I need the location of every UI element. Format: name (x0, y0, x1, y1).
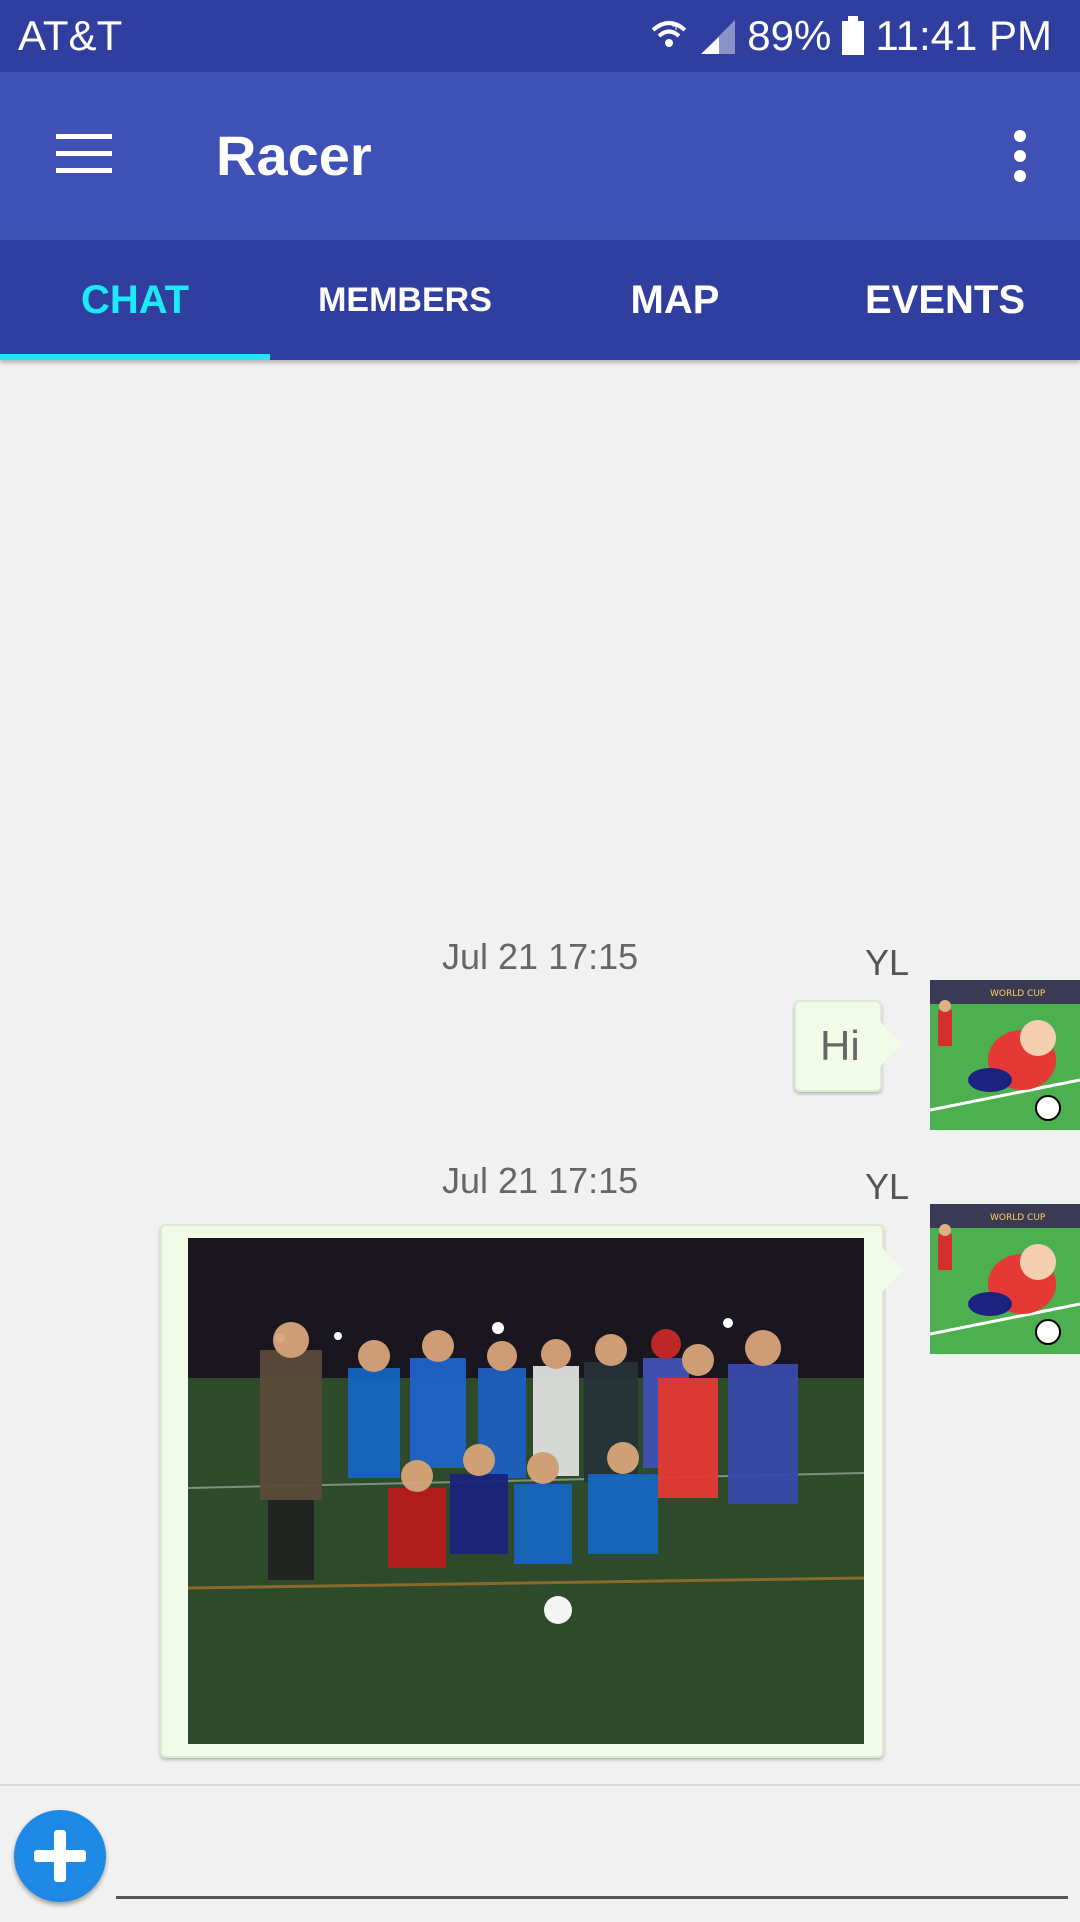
hamburger-menu-icon (56, 134, 112, 173)
team-photo-image (188, 1238, 864, 1744)
image-message-bubble[interactable] (160, 1224, 904, 1758)
svg-text:WORLD CUP: WORLD CUP (990, 989, 1046, 999)
avatar-cartoon-image: WORLD CUP (930, 1204, 1080, 1354)
tab-map[interactable]: MAP (540, 240, 810, 360)
tab-events[interactable]: EVENTS (810, 240, 1080, 360)
more-vert-icon (1014, 130, 1026, 182)
status-icons: + 89% 11:41 PM (649, 12, 1052, 60)
message-timestamp: Jul 21 17:15 (442, 1160, 639, 1201)
app-bar: Racer (0, 72, 1080, 240)
svg-text:WORLD CUP: WORLD CUP (990, 1213, 1046, 1223)
menu-button[interactable] (40, 122, 128, 186)
message-sender: YL (865, 942, 910, 983)
sender-avatar[interactable]: WORLD CUP (930, 980, 1080, 1130)
message-text: Hi (820, 1022, 860, 1069)
message-input[interactable] (116, 1826, 1068, 1899)
add-circle-icon (34, 1830, 86, 1882)
avatar-cartoon-image: WORLD CUP (930, 980, 1080, 1130)
tab-bar: CHAT MEMBERS MAP EVENTS (0, 240, 1080, 360)
status-bar: AT&T + 89% 11:41 PM (0, 0, 1080, 72)
message-composer (0, 1784, 1080, 1922)
battery-percent: 89% (747, 12, 832, 59)
message-timestamp: Jul 21 17:15 (442, 936, 639, 977)
tab-members[interactable]: MEMBERS (270, 240, 540, 360)
bubble-tail (880, 1022, 902, 1066)
bubble-tail (882, 1248, 904, 1292)
battery-icon (842, 16, 865, 55)
add-attachment-button[interactable] (14, 1810, 106, 1902)
tab-chat[interactable]: CHAT (0, 240, 270, 360)
more-options-button[interactable] (996, 124, 1044, 188)
wifi-calling-icon: + (651, 19, 687, 47)
carrier-label: AT&T (18, 12, 123, 59)
signal-icon (701, 20, 736, 54)
clock: 11:41 PM (875, 12, 1052, 59)
message-sender: YL (865, 1166, 910, 1207)
message-bubble[interactable]: Hi (794, 1000, 902, 1092)
svg-text:+: + (671, 19, 681, 33)
sender-avatar[interactable]: WORLD CUP (930, 1204, 1080, 1354)
chat-message-list[interactable]: Jul 21 17:15 YL WORLD CUP Hi Jul 21 17:1… (0, 360, 1080, 1784)
app-title: Racer (216, 124, 372, 187)
team-photo[interactable] (188, 1238, 864, 1744)
